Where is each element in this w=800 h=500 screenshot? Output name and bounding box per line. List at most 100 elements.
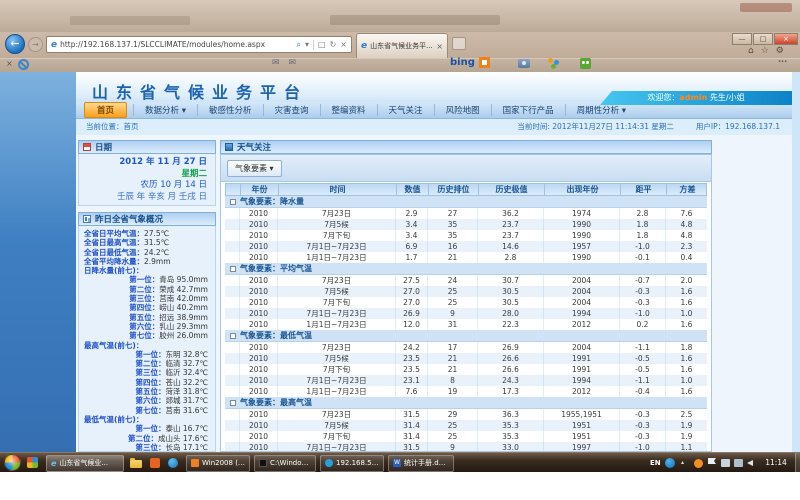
table-row[interactable]: 20107月5候23.52126.61991-0.51.6	[225, 353, 707, 364]
column-header[interactable]: 历史极值	[479, 184, 545, 195]
camera-addon-icon[interactable]	[518, 59, 530, 68]
back-button[interactable]: ←	[5, 34, 25, 54]
table-row[interactable]: 20107月5候3.43523.719901.84.8	[225, 219, 707, 230]
language-indicator[interactable]: EN	[650, 453, 661, 473]
browser-tab[interactable]: e 山东省气候业务平... ×	[356, 33, 448, 58]
nav-item[interactable]: 国家下行产品	[491, 104, 565, 116]
table-row[interactable]: 20107月23日2.92736.219742.87.6	[225, 208, 707, 219]
tray-app-icon[interactable]	[665, 458, 675, 468]
media-player-icon[interactable]	[168, 458, 178, 468]
explorer-folder-icon[interactable]	[130, 460, 142, 468]
table-row[interactable]: 20107月下旬23.52126.61991-0.51.6	[225, 364, 707, 375]
section-rows: 20107月23日27.52430.72004-0.72.0 20107月5候2…	[225, 275, 707, 330]
maximize-button[interactable]: □	[753, 33, 773, 45]
more-options-icon[interactable]: ···	[778, 57, 787, 66]
table-row[interactable]: 20107月1日~7月23日23.1824.31994-1.11.0	[225, 375, 707, 386]
section-row[interactable]: 气象要素：降水量	[225, 196, 707, 208]
section-row[interactable]: 气象要素：最高气温	[225, 397, 707, 409]
address-dropdown-icon[interactable]: ▾	[305, 40, 309, 49]
new-tab-button[interactable]	[452, 37, 466, 50]
forward-button[interactable]: →	[28, 37, 43, 52]
bing-logo[interactable]: bing	[450, 57, 475, 68]
tab-close-icon[interactable]: ×	[436, 42, 443, 51]
table-row[interactable]: 20107月下旬31.42535.31951-0.31.9	[225, 431, 707, 442]
table-row[interactable]: 20107月1日~7月23日31.5933.01997-1.01.1	[225, 442, 707, 452]
taskbar-button-cmd[interactable]: C:\Windows\s...	[254, 455, 316, 472]
table-row[interactable]: 20107月23日27.52430.72004-0.72.0	[225, 275, 707, 286]
stop-icon[interactable]: ×	[340, 40, 347, 49]
table-row[interactable]: 20107月5候27.02530.52004-0.31.6	[225, 286, 707, 297]
column-header[interactable]: 方差	[667, 184, 708, 195]
minimize-button[interactable]: —	[732, 33, 752, 45]
network-icon[interactable]	[721, 459, 730, 467]
column-header[interactable]: 距平	[621, 184, 667, 195]
url-input[interactable]	[60, 40, 293, 49]
section-row[interactable]: 气象要素：平均气温	[225, 263, 707, 275]
nav-item[interactable]: 周期性分析 ▾	[565, 104, 637, 116]
firefox-tray-icon[interactable]	[694, 459, 703, 468]
taskbar-button-word[interactable]: W 统计手册.docx ...	[388, 455, 454, 472]
table-row[interactable]: 20107月1日~7月23日6.91614.61957-1.02.3	[225, 241, 707, 252]
show-desktop-button[interactable]	[795, 453, 800, 473]
speaker-icon[interactable]	[747, 460, 753, 466]
search-icon[interactable]: ⌕	[297, 40, 301, 50]
section-checkbox[interactable]	[230, 333, 236, 339]
section-row[interactable]: 气象要素：最低气温	[225, 330, 707, 342]
element-filter-button[interactable]: 气象要素 ▾	[227, 160, 282, 177]
taskbar-button-ie[interactable]: e 山东省气候业...	[46, 455, 124, 472]
taskbar-button-remote[interactable]: 192.168.59.99...	[320, 455, 384, 472]
media-center-icon[interactable]	[27, 457, 38, 468]
refresh-icon[interactable]: ↻	[330, 40, 337, 49]
tray-expand-icon[interactable]: ▴	[681, 453, 684, 473]
table-row[interactable]: 20107月1日~7月23日26.9928.01994-1.01.0	[225, 308, 707, 319]
table-row[interactable]: 20107月23日24.21726.92004-1.11.8	[225, 342, 707, 353]
column-header[interactable]: 数值	[397, 184, 429, 195]
ie-icon: e	[51, 459, 56, 468]
taskbar-button-win2008[interactable]: Win2008 (V52...	[186, 455, 250, 472]
table-row[interactable]: 20107月下旬3.43523.719901.84.8	[225, 230, 707, 241]
address-bar[interactable]: e ⌕ ▾ □ ↻ ×	[46, 36, 352, 53]
breadcrumb[interactable]: 当前位置：首页	[86, 119, 139, 135]
action-center-flag-icon[interactable]	[708, 458, 716, 464]
favorites-star-icon[interactable]: ☆	[761, 46, 769, 56]
gear-icon[interactable]: ⚙	[776, 46, 784, 56]
start-button[interactable]	[4, 454, 21, 471]
nav-item-home[interactable]: 首页	[84, 102, 127, 118]
section-checkbox[interactable]	[230, 400, 236, 406]
people-addon-icon[interactable]	[580, 58, 591, 69]
column-header[interactable]: 出现年份	[545, 184, 621, 195]
table-row[interactable]: 20101月1日~7月23日12.03122.320120.21.6	[225, 319, 707, 330]
toolbar-close-icon[interactable]: ×	[6, 59, 13, 68]
nav-item[interactable]: 数据分析 ▾	[133, 104, 197, 116]
table-row[interactable]: 20107月5候31.42535.31951-0.31.9	[225, 420, 707, 431]
compatibility-icon[interactable]: □	[318, 40, 326, 49]
blocked-circle-icon[interactable]	[18, 59, 29, 70]
nav-item[interactable]: 风险地图	[434, 104, 491, 116]
section-checkbox[interactable]	[230, 199, 236, 205]
nav-item[interactable]: 敏感性分析	[197, 104, 263, 116]
nav-item[interactable]: 天气关注	[377, 104, 434, 116]
nav-item[interactable]: 整编资料	[320, 104, 377, 116]
table-cell: 26.6	[478, 364, 544, 375]
column-header[interactable]: 历史排位	[429, 184, 479, 195]
column-header[interactable]: 年份	[241, 184, 279, 195]
column-header[interactable]: 时间	[279, 184, 397, 195]
bing-search-icon[interactable]	[479, 57, 490, 68]
welcome-username[interactable]: admin	[679, 93, 707, 102]
home-icon[interactable]: ⌂	[748, 46, 754, 56]
display-icon[interactable]	[734, 459, 743, 467]
taskbar-clock[interactable]: 11:14	[756, 453, 796, 473]
row-checkbox-cell	[225, 219, 240, 230]
paw-addon-icon[interactable]	[548, 58, 553, 63]
mail-icon[interactable]: ✉	[289, 58, 297, 68]
table-row[interactable]: 20101月1日~7月23日7.61917.32012-0.41.6	[225, 386, 707, 397]
section-checkbox[interactable]	[230, 266, 236, 272]
close-button[interactable]: ×	[774, 33, 798, 45]
nav-item[interactable]: 灾害查询	[263, 104, 320, 116]
mail-icon[interactable]: ✉	[272, 58, 280, 68]
bing-toolbar[interactable]: bing	[450, 57, 490, 68]
table-row[interactable]: 20101月1日~7月23日1.7212.81990-0.10.4	[225, 252, 707, 263]
table-row[interactable]: 20107月23日31.52936.31955,1951-0.32.5	[225, 409, 707, 420]
table-row[interactable]: 20107月下旬27.02530.52004-0.31.6	[225, 297, 707, 308]
pinned-app-icon[interactable]	[150, 458, 160, 468]
